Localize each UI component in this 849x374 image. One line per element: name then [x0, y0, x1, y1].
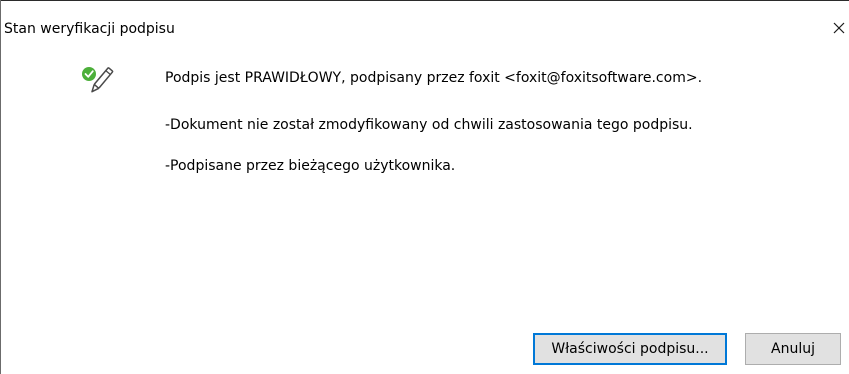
signature-valid-icon [80, 64, 114, 98]
title-bar[interactable]: Stan weryfikacji podpisu [0, 1, 849, 41]
status-signed-by-current-user-text: -Podpisane przez bieżącego użytkownika. [165, 158, 456, 174]
close-icon[interactable] [829, 15, 849, 41]
signature-properties-button[interactable]: Właściwości podpisu... [533, 333, 727, 365]
cancel-button[interactable]: Anuluj [745, 333, 841, 365]
status-unmodified-text: -Dokument nie został zmodyfikowany od ch… [165, 117, 693, 133]
status-valid-text: Podpis jest PRAWIDŁOWY, podpisany przez … [165, 70, 703, 86]
signature-status-dialog: Stan weryfikacji podpisu Podpis jest PRA… [0, 0, 849, 374]
window-title: Stan weryfikacji podpisu [4, 21, 175, 37]
window-left-border [0, 0, 1, 374]
